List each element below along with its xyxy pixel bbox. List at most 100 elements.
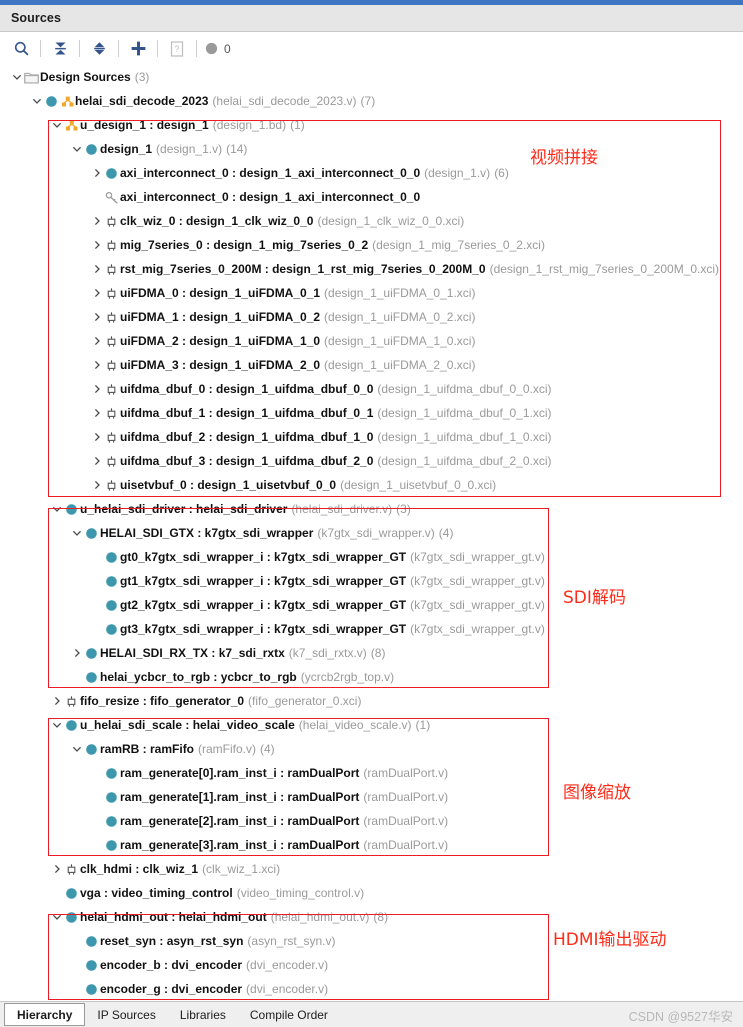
module-icon — [103, 833, 120, 857]
tree-row[interactable]: Design Sources (3) — [0, 65, 743, 89]
tree-row[interactable]: clk_hdmi : clk_wiz_1 (clk_wiz_1.xci) — [0, 857, 743, 881]
chevron-down-icon[interactable] — [50, 113, 63, 137]
tree-row[interactable]: gt3_k7gtx_sdi_wrapper_i : k7gtx_sdi_wrap… — [0, 617, 743, 641]
chevron-right-icon[interactable] — [90, 281, 103, 305]
ip-core-icon — [103, 305, 120, 329]
tree-row[interactable]: encoder_b : dvi_encoder (dvi_encoder.v) — [0, 953, 743, 977]
tree-row[interactable]: encoder_g : dvi_encoder (dvi_encoder.v) — [0, 977, 743, 1001]
tree-row[interactable]: rst_mig_7series_0_200M : design_1_rst_mi… — [0, 257, 743, 281]
chevron-right-icon[interactable] — [50, 689, 63, 713]
chevron-right-icon[interactable] — [90, 353, 103, 377]
tab-ip-sources[interactable]: IP Sources — [85, 1005, 167, 1025]
chevron-down-icon[interactable] — [10, 65, 23, 89]
tree-row[interactable]: design_1 (design_1.v) (14) — [0, 137, 743, 161]
tree-row[interactable]: uiFDMA_1 : design_1_uiFDMA_0_2 (design_1_… — [0, 305, 743, 329]
tree-row[interactable]: mig_7series_0 : design_1_mig_7series_0_2… — [0, 233, 743, 257]
chevron-right-icon[interactable] — [90, 425, 103, 449]
tree-row-count: (6) — [494, 166, 509, 180]
tree-row[interactable]: helai_ycbcr_to_rgb : ycbcr_to_rgb (ycrcb2… — [0, 665, 743, 689]
tree-row[interactable]: uiFDMA_2 : design_1_uiFDMA_1_0 (design_1_… — [0, 329, 743, 353]
search-button[interactable] — [6, 36, 36, 62]
tree-row[interactable]: clk_wiz_0 : design_1_clk_wiz_0_0 (design_… — [0, 209, 743, 233]
chevron-right-icon[interactable] — [90, 233, 103, 257]
tab-hierarchy[interactable]: Hierarchy — [4, 1003, 86, 1026]
tree-row-file: (design_1_uiFDMA_0_1.xci) — [324, 286, 476, 300]
module-icon — [63, 713, 80, 737]
chevron-right-icon[interactable] — [90, 209, 103, 233]
tree-row-file: (helai_sdi_driver.v) — [291, 502, 393, 516]
sources-tree[interactable]: Design Sources (3) helai_sdi_decode_2023 (h… — [0, 65, 743, 1001]
tree-row-label: ramRB : ramFifo — [100, 742, 195, 756]
tree-row-file: (video_timing_control.v) — [236, 886, 365, 900]
chevron-down-icon[interactable] — [50, 905, 63, 929]
toolbar-separator — [40, 40, 41, 57]
report-button[interactable]: ? — [162, 36, 192, 62]
tree-row-label: gt3_k7gtx_sdi_wrapper_i : k7gtx_sdi_wrap… — [120, 622, 407, 636]
tree-row[interactable]: uifdma_dbuf_0 : design_1_uifdma_dbuf_0_0… — [0, 377, 743, 401]
tree-row-count: (4) — [438, 526, 454, 540]
tree-row-file: (design_1.v) — [424, 166, 491, 180]
collapse-all-icon — [54, 42, 66, 55]
tree-row[interactable]: gt2_k7gtx_sdi_wrapper_i : k7gtx_sdi_wrap… — [0, 593, 743, 617]
tree-row[interactable]: ram_generate[1].ram_inst_i : ramDualPort… — [0, 785, 743, 809]
tree-row[interactable]: u_helai_sdi_scale : helai_video_scale (he… — [0, 713, 743, 737]
tree-row[interactable]: HELAI_SDI_RX_TX : k7_sdi_rxtx (k7_sdi_rxt… — [0, 641, 743, 665]
tree-row[interactable]: HELAI_SDI_GTX : k7gtx_sdi_wrapper (k7gtx_… — [0, 521, 743, 545]
chevron-right-icon[interactable] — [90, 329, 103, 353]
chevron-right-icon[interactable] — [90, 161, 103, 185]
chevron-right-icon[interactable] — [90, 473, 103, 497]
chevron-down-icon[interactable] — [30, 89, 43, 113]
tree-row[interactable]: uifdma_dbuf_2 : design_1_uifdma_dbuf_1_0… — [0, 425, 743, 449]
tree-row[interactable]: ramRB : ramFifo (ramFifo.v) (4) — [0, 737, 743, 761]
tree-row-label: helai_sdi_decode_2023 — [75, 94, 209, 108]
tree-row[interactable]: u_helai_sdi_driver : helai_sdi_driver (he… — [0, 497, 743, 521]
chevron-down-icon[interactable] — [70, 137, 83, 161]
tree-row[interactable]: uifdma_dbuf_1 : design_1_uifdma_dbuf_0_1… — [0, 401, 743, 425]
ip-core-icon — [63, 689, 80, 713]
module-icon — [63, 497, 80, 521]
tree-row[interactable]: uiFDMA_0 : design_1_uiFDMA_0_1 (design_1_… — [0, 281, 743, 305]
tree-row[interactable]: ram_generate[0].ram_inst_i : ramDualPort… — [0, 761, 743, 785]
module-icon — [83, 977, 100, 1001]
tree-row-label: mig_7series_0 : design_1_mig_7series_0_2 — [120, 238, 369, 252]
tree-row[interactable]: vga : video_timing_control (video_timing_… — [0, 881, 743, 905]
tree-row[interactable]: ram_generate[2].ram_inst_i : ramDualPort… — [0, 809, 743, 833]
message-count-value: 0 — [224, 41, 231, 56]
chevron-right-icon[interactable] — [50, 857, 63, 881]
chevron-right-icon[interactable] — [90, 449, 103, 473]
annotation-label: 图像缩放 — [563, 783, 631, 803]
chevron-down-icon[interactable] — [50, 497, 63, 521]
module-icon — [83, 137, 100, 161]
tab-libraries[interactable]: Libraries — [168, 1005, 238, 1025]
tree-row[interactable]: fifo_resize : fifo_generator_0 (fifo_gene… — [0, 689, 743, 713]
add-sources-button[interactable] — [123, 36, 153, 62]
tree-row[interactable]: uisetvbuf_0 : design_1_uisetvbuf_0_0 (des… — [0, 473, 743, 497]
tree-row[interactable]: uifdma_dbuf_3 : design_1_uifdma_dbuf_2_0… — [0, 449, 743, 473]
tree-row[interactable]: gt0_k7gtx_sdi_wrapper_i : k7gtx_sdi_wrap… — [0, 545, 743, 569]
module-icon — [83, 953, 100, 977]
tree-row-count: (4) — [260, 742, 275, 756]
chevron-right-icon[interactable] — [90, 377, 103, 401]
message-count[interactable]: 0 — [201, 42, 231, 56]
chevron-down-icon[interactable] — [50, 713, 63, 737]
chevron-down-icon[interactable] — [70, 737, 83, 761]
tree-row[interactable]: ram_generate[3].ram_inst_i : ramDualPort… — [0, 833, 743, 857]
tree-row[interactable]: gt1_k7gtx_sdi_wrapper_i : k7gtx_sdi_wrap… — [0, 569, 743, 593]
chevron-right-icon[interactable] — [70, 641, 83, 665]
chevron-right-icon[interactable] — [90, 305, 103, 329]
tree-row[interactable]: helai_sdi_decode_2023 (helai_sdi_decode_2… — [0, 89, 743, 113]
expand-all-button[interactable] — [84, 36, 114, 62]
tab-compile-order[interactable]: Compile Order — [238, 1005, 340, 1025]
tree-row[interactable]: axi_interconnect_0 : design_1_axi_interc… — [0, 185, 743, 209]
tree-row[interactable]: axi_interconnect_0 : design_1_axi_interc… — [0, 161, 743, 185]
chevron-down-icon[interactable] — [70, 521, 83, 545]
collapse-all-button[interactable] — [45, 36, 75, 62]
chevron-right-icon[interactable] — [90, 401, 103, 425]
chevron-right-icon[interactable] — [90, 257, 103, 281]
tree-row-file: (design_1_uisetvbuf_0_0.xci) — [340, 478, 497, 492]
tree-row[interactable]: uiFDMA_3 : design_1_uiFDMA_2_0 (design_1_… — [0, 353, 743, 377]
tree-row[interactable]: u_design_1 : design_1 (design_1.bd) (1) — [0, 113, 743, 137]
tree-row-file: (ramDualPort.v) — [363, 814, 449, 828]
tree-row-label: reset_syn : asyn_rst_syn — [100, 934, 244, 948]
